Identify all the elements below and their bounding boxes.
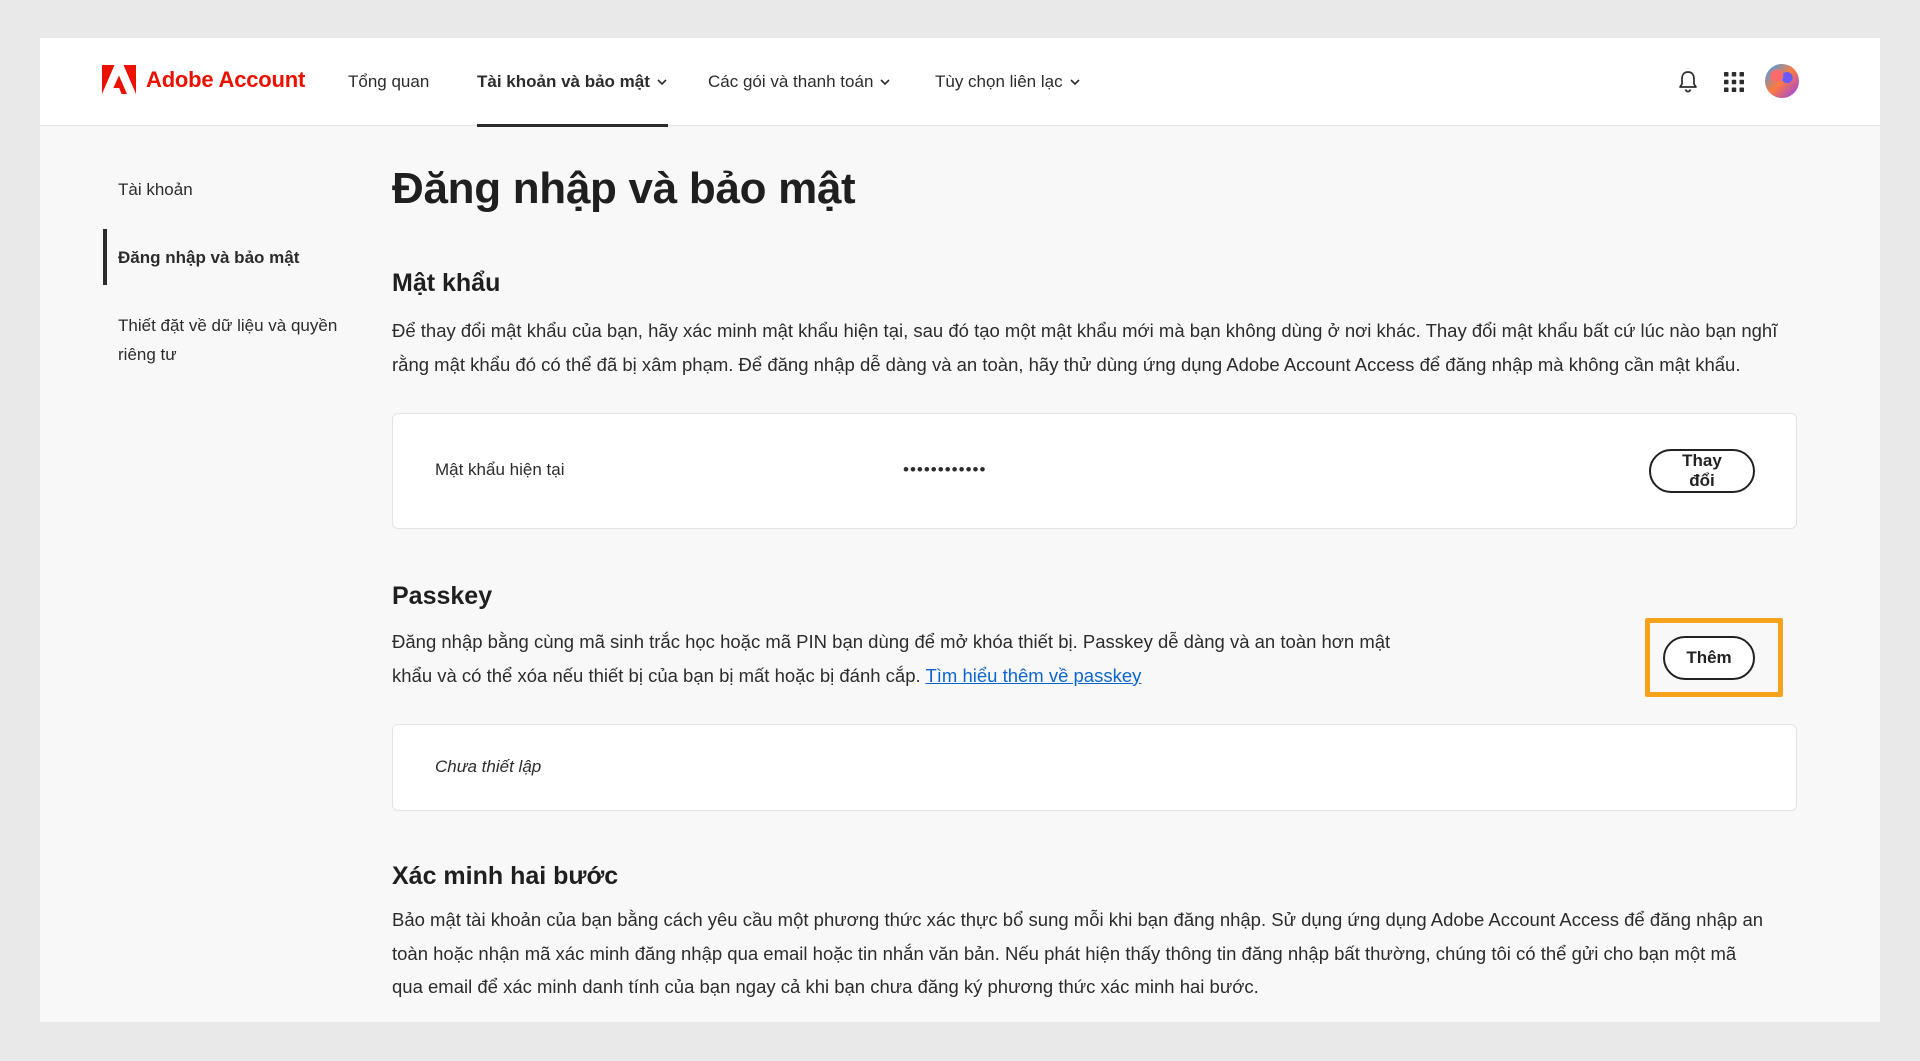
nav-tab-account-security[interactable]: Tài khoản và bảo mật [477,38,668,127]
two-step-description: Bảo mật tài khoản của bạn bằng cách yêu … [392,903,1763,1004]
password-description-line: Để thay đổi mật khẩu của bạn, hãy xác mi… [392,320,1778,341]
sidebar-item-sign-in-security[interactable]: Đăng nhập và bảo mật [118,243,299,272]
two-step-description-line: toàn hoặc nhận mã xác minh đăng nhập qua… [392,942,1737,964]
bell-icon[interactable] [1672,66,1704,98]
two-step-section-title: Xác minh hai bước [392,862,619,890]
sidebar-item-label: Đăng nhập và bảo mật [118,248,300,267]
learn-more-passkey-link[interactable]: Tìm hiểu thêm về passkey [925,665,1141,686]
password-description-line: rằng mật khẩu đó có thể đã bị xâm phạm. … [392,353,1741,375]
password-card: Mật khẩu hiện tại •••••••••••• Thay đổi [392,413,1797,529]
passkey-status-card: Chưa thiết lập [392,724,1797,811]
add-passkey-button[interactable]: Thêm [1663,636,1755,680]
passkey-description-line: khẩu và có thể xóa nếu thiết bị của bạn … [392,659,1390,693]
change-password-button[interactable]: Thay đổi [1649,449,1755,493]
passkey-description-line: Đăng nhập bằng cùng mã sinh trắc học hoặ… [392,631,1391,652]
two-step-description-line: qua email để xác minh danh tính của bạn … [392,976,1259,997]
adobe-account-logo[interactable]: Adobe Account [102,65,305,94]
nav-tab-label: Tài khoản và bảo mật [477,72,650,91]
sidebar-active-indicator [103,229,107,285]
apps-grid-icon[interactable] [1718,66,1750,98]
brand-name: Adobe Account [146,66,306,92]
nav-tab-communication-preferences[interactable]: Tùy chọn liên lạc [935,38,1081,126]
sidebar-item-data-privacy[interactable]: Thiết đặt về dữ liệu và quyền riêng tư [118,311,337,369]
chevron-down-icon [879,76,891,88]
password-description: Để thay đổi mật khẩu của bạn, hãy xác mi… [392,314,1777,381]
passkey-section-title: Passkey [392,582,493,610]
passkey-description-text: khẩu và có thể xóa nếu thiết bị của bạn … [392,664,921,686]
nav-tab-label: Tổng quan [348,72,430,91]
passkey-description: Đăng nhập bằng cùng mã sinh trắc học hoặ… [392,625,1390,692]
nav-tab-plans-payment[interactable]: Các gói và thanh toán [708,38,891,126]
nav-tab-overview[interactable]: Tổng quan [348,38,429,126]
browser-window: Adobe Account Tổng quan Tài khoản và bảo… [40,38,1880,1022]
sidebar-item-label: Tài khoản [118,180,193,199]
sidebar-item-label: Thiết đặt về dữ liệu và quyền [118,316,338,335]
chevron-down-icon [1069,76,1081,88]
sidebar-item-account[interactable]: Tài khoản [118,175,193,204]
page-title: Đăng nhập và bảo mật [392,164,856,213]
two-step-description-line: Bảo mật tài khoản của bạn bằng cách yêu … [392,909,1764,930]
password-section-title: Mật khẩu [392,269,501,297]
avatar[interactable] [1765,64,1799,98]
current-password-value: •••••••••••• [903,460,987,479]
sidebar-item-label: riêng tư [118,345,177,364]
top-navigation-bar: Adobe Account Tổng quan Tài khoản và bảo… [40,38,1880,127]
passkey-status: Chưa thiết lập [435,757,542,776]
chevron-down-icon [656,76,668,88]
adobe-logo-icon [102,65,136,94]
nav-tab-label: Các gói và thanh toán [708,72,874,91]
nav-tab-label: Tùy chọn liên lạc [935,72,1063,91]
current-password-label: Mật khẩu hiện tại [435,460,565,479]
